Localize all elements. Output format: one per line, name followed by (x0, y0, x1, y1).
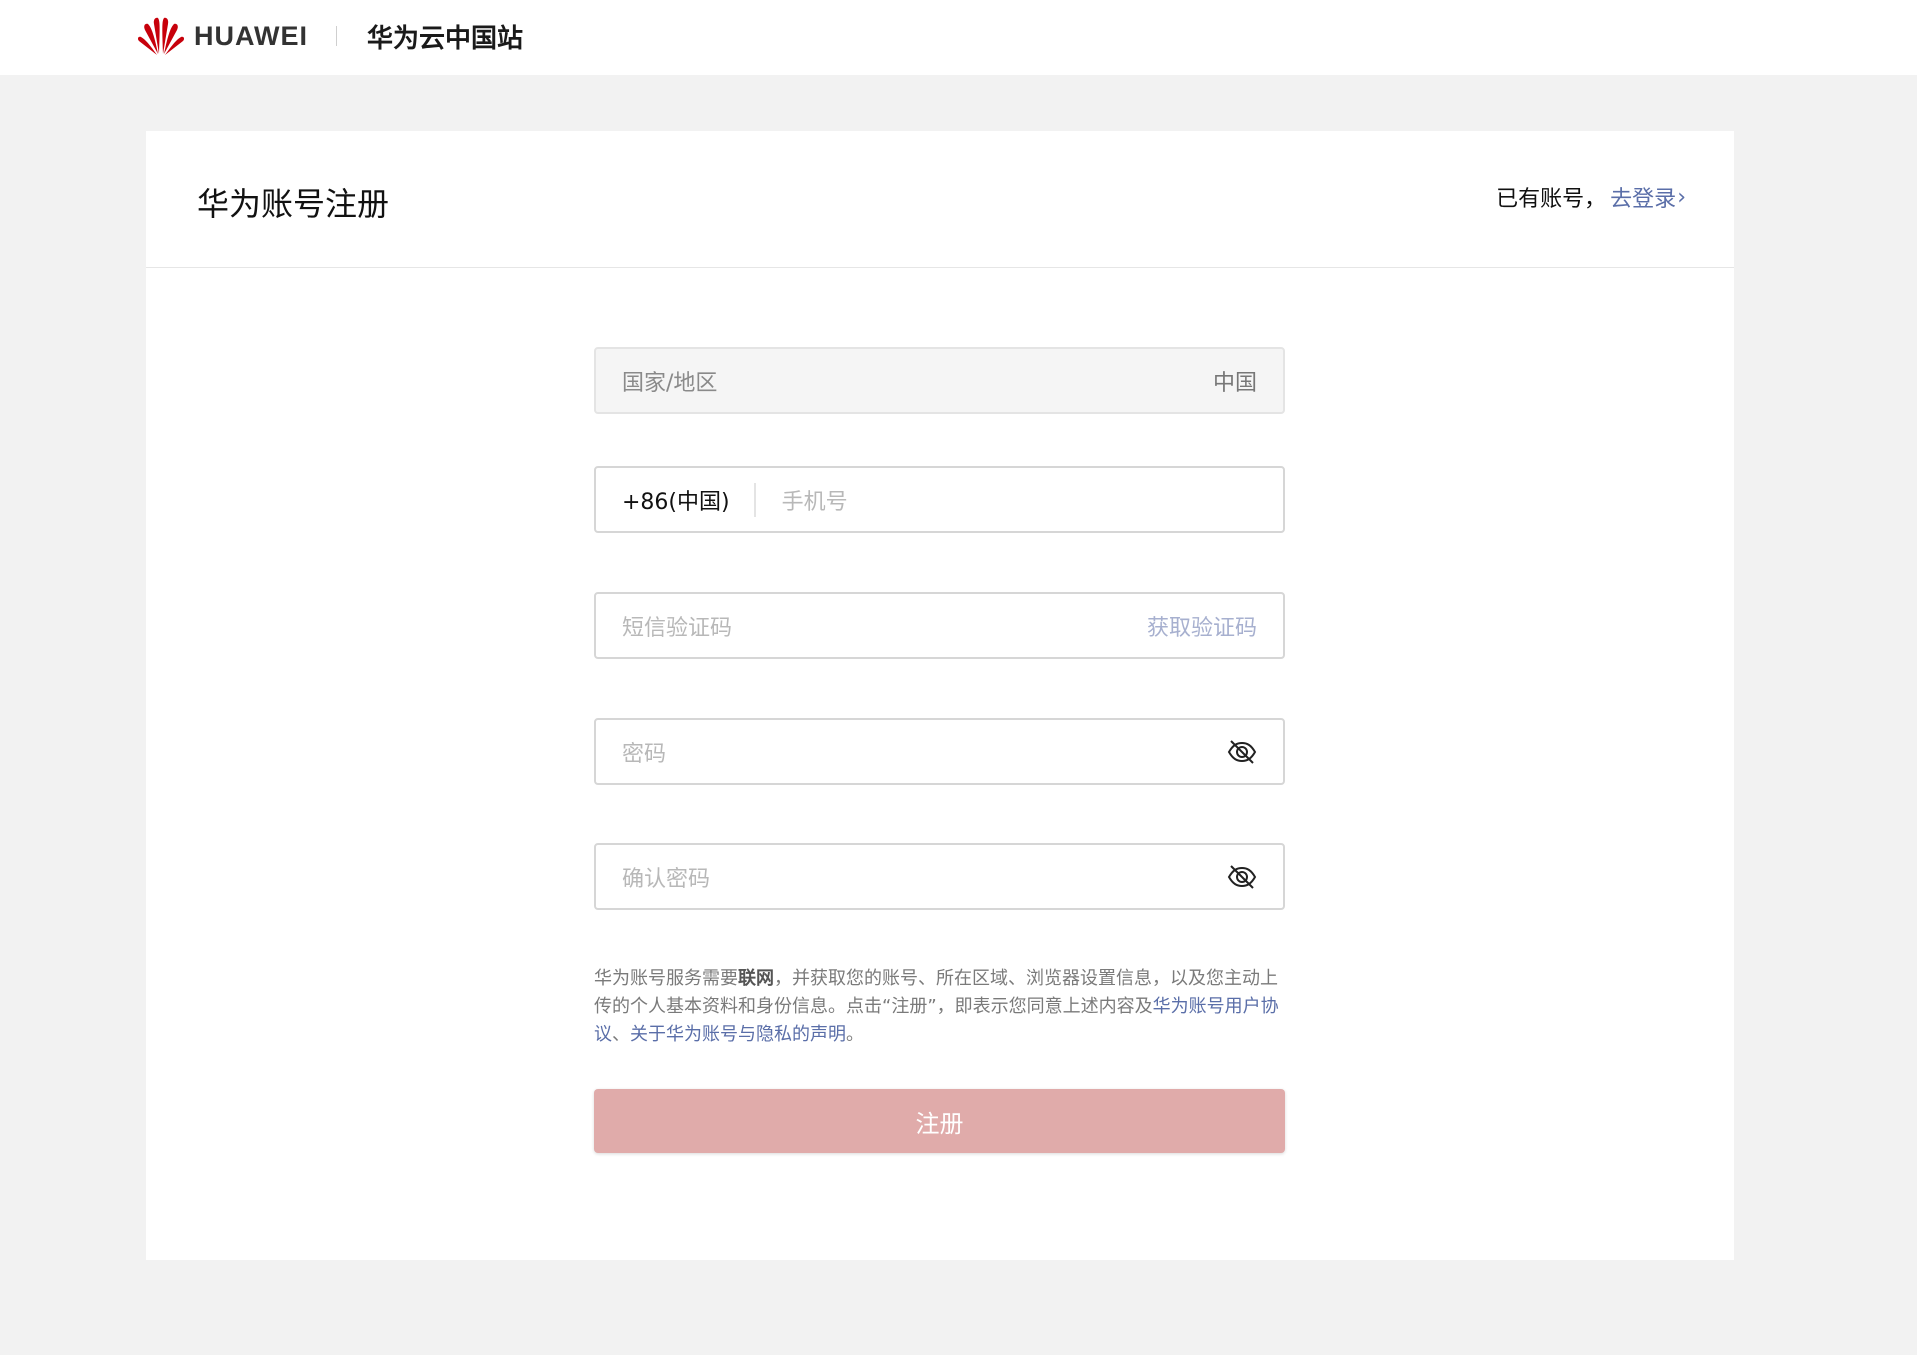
consent-end: 。 (846, 1024, 864, 1045)
password-input[interactable]: 密码 (622, 736, 1227, 768)
have-account-text: 已有账号， (1496, 187, 1607, 212)
brand-divider (336, 26, 337, 46)
eye-off-icon[interactable] (1227, 737, 1257, 767)
region-value: 中国 (1212, 370, 1257, 396)
consent-text: 华为账号服务需要联网，并获取您的账号、所在区域、浏览器设置信息，以及您主动上传的… (594, 965, 1294, 1049)
site-name: 华为云中国站 (367, 23, 524, 54)
confirm-password-field: 确认密码 (594, 843, 1285, 910)
login-hint: 已有账号， 去登录 › (1496, 181, 1686, 213)
chevron-right-icon[interactable]: › (1677, 185, 1686, 210)
login-link[interactable]: 去登录 (1610, 181, 1676, 213)
top-header: HUAWEI 华为云中国站 (0, 0, 1917, 75)
sms-code-field: 短信验证码 获取验证码 (594, 592, 1285, 659)
huawei-logo-icon (137, 17, 185, 55)
consent-bold: 联网 (738, 968, 774, 989)
country-code-select[interactable]: +86(中国) (622, 484, 730, 516)
region-label: 国家/地区 (622, 370, 718, 396)
sms-code-input[interactable]: 短信验证码 (622, 610, 1147, 642)
consent-text-1: 华为账号服务需要 (594, 968, 738, 989)
privacy-statement-link[interactable]: 关于华为账号与隐私的声明 (630, 1024, 846, 1045)
consent-sep: 、 (612, 1024, 630, 1045)
confirm-password-input[interactable]: 确认密码 (622, 861, 1227, 893)
phone-input[interactable]: 手机号 (782, 484, 1257, 516)
phone-field: +86(中国) 手机号 (594, 466, 1285, 533)
register-card: 华为账号注册 已有账号， 去登录 › 国家/地区 中国 +86(中国) 手机号 … (146, 131, 1734, 1260)
field-separator (753, 482, 756, 517)
password-field: 密码 (594, 718, 1285, 785)
brand-area[interactable]: HUAWEI 华为云中国站 (136, 16, 523, 56)
page-title: 华为账号注册 (197, 185, 390, 223)
get-code-button[interactable]: 获取验证码 (1147, 610, 1257, 642)
region-field: 国家/地区 中国 (594, 347, 1285, 414)
register-button[interactable]: 注册 (594, 1089, 1285, 1153)
card-header: 华为账号注册 已有账号， 去登录 › (146, 131, 1734, 268)
eye-off-icon[interactable] (1227, 862, 1257, 892)
brand-wordmark: HUAWEI (194, 20, 308, 51)
